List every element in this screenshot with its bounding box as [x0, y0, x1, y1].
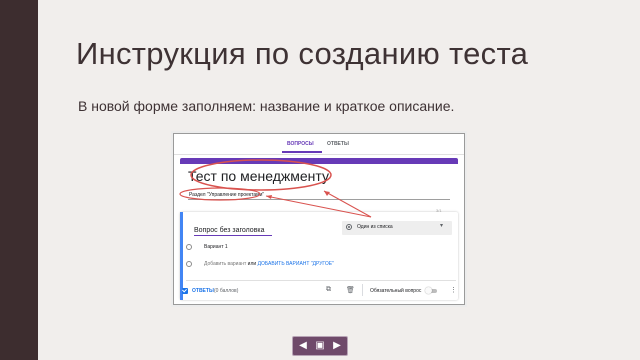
tab-answers[interactable]: ОТВЕТЫ: [327, 141, 349, 147]
form-screenshot: ВОПРОСЫ ОТВЕТЫ Тест по менеджменту Разде…: [173, 133, 465, 305]
active-tab-indicator: [282, 151, 322, 153]
checkbox-icon[interactable]: [182, 288, 188, 294]
description-underline: [188, 199, 450, 200]
or-text: или: [247, 261, 257, 267]
answers-link[interactable]: ОТВЕТЫ: [192, 288, 214, 294]
option-1-label[interactable]: Вариант 1: [204, 244, 228, 250]
copy-icon[interactable]: ⧉: [326, 286, 331, 294]
tab-questions[interactable]: ВОПРОСЫ: [287, 141, 314, 147]
add-option-radio: [186, 261, 192, 267]
nav-home-icon[interactable]: ▣: [313, 339, 327, 353]
form-description[interactable]: Раздел "Управление проектами": [189, 192, 264, 198]
question-footer-divider: [186, 280, 456, 281]
slide-navigation: ◀ ▣ ▶: [292, 336, 348, 356]
slide-title: Инструкция по созданию теста: [76, 36, 529, 71]
form-tabs: ВОПРОСЫ ОТВЕТЫ: [174, 134, 464, 155]
trash-icon[interactable]: 🗑: [346, 286, 355, 294]
points-label: (0 баллов): [214, 288, 239, 294]
add-option-row: Добавить вариант или ДОБАВИТЬ ВАРИАНТ "Д…: [204, 261, 334, 267]
question-title-underline: [194, 235, 272, 236]
nav-back-icon[interactable]: ◀: [296, 339, 310, 353]
slide-subtitle: В новой форме заполняем: название и крат…: [78, 98, 455, 114]
form-title[interactable]: Тест по менеджменту: [188, 168, 329, 184]
left-accent-bar: [0, 0, 38, 360]
add-option-link[interactable]: Добавить вариант: [204, 261, 246, 267]
nav-forward-icon[interactable]: ▶: [330, 339, 344, 353]
chevron-down-icon[interactable]: ▾: [440, 222, 443, 229]
option-1-radio[interactable]: [186, 244, 192, 250]
footer-separator: [362, 284, 363, 296]
radio-icon: [346, 224, 352, 230]
add-other-link[interactable]: ДОБАВИТЬ ВАРИАНТ "ДРУГОЕ": [258, 261, 334, 267]
question-accent: [180, 212, 183, 300]
question-type-label: Один из списка: [357, 224, 393, 230]
char-count: 3/1: [436, 208, 442, 213]
question-title[interactable]: Вопрос без заголовка: [194, 227, 265, 234]
required-toggle-knob[interactable]: [425, 287, 432, 294]
more-vert-icon[interactable]: ⋮: [450, 286, 457, 294]
required-label: Обязательный вопрос: [370, 288, 422, 294]
